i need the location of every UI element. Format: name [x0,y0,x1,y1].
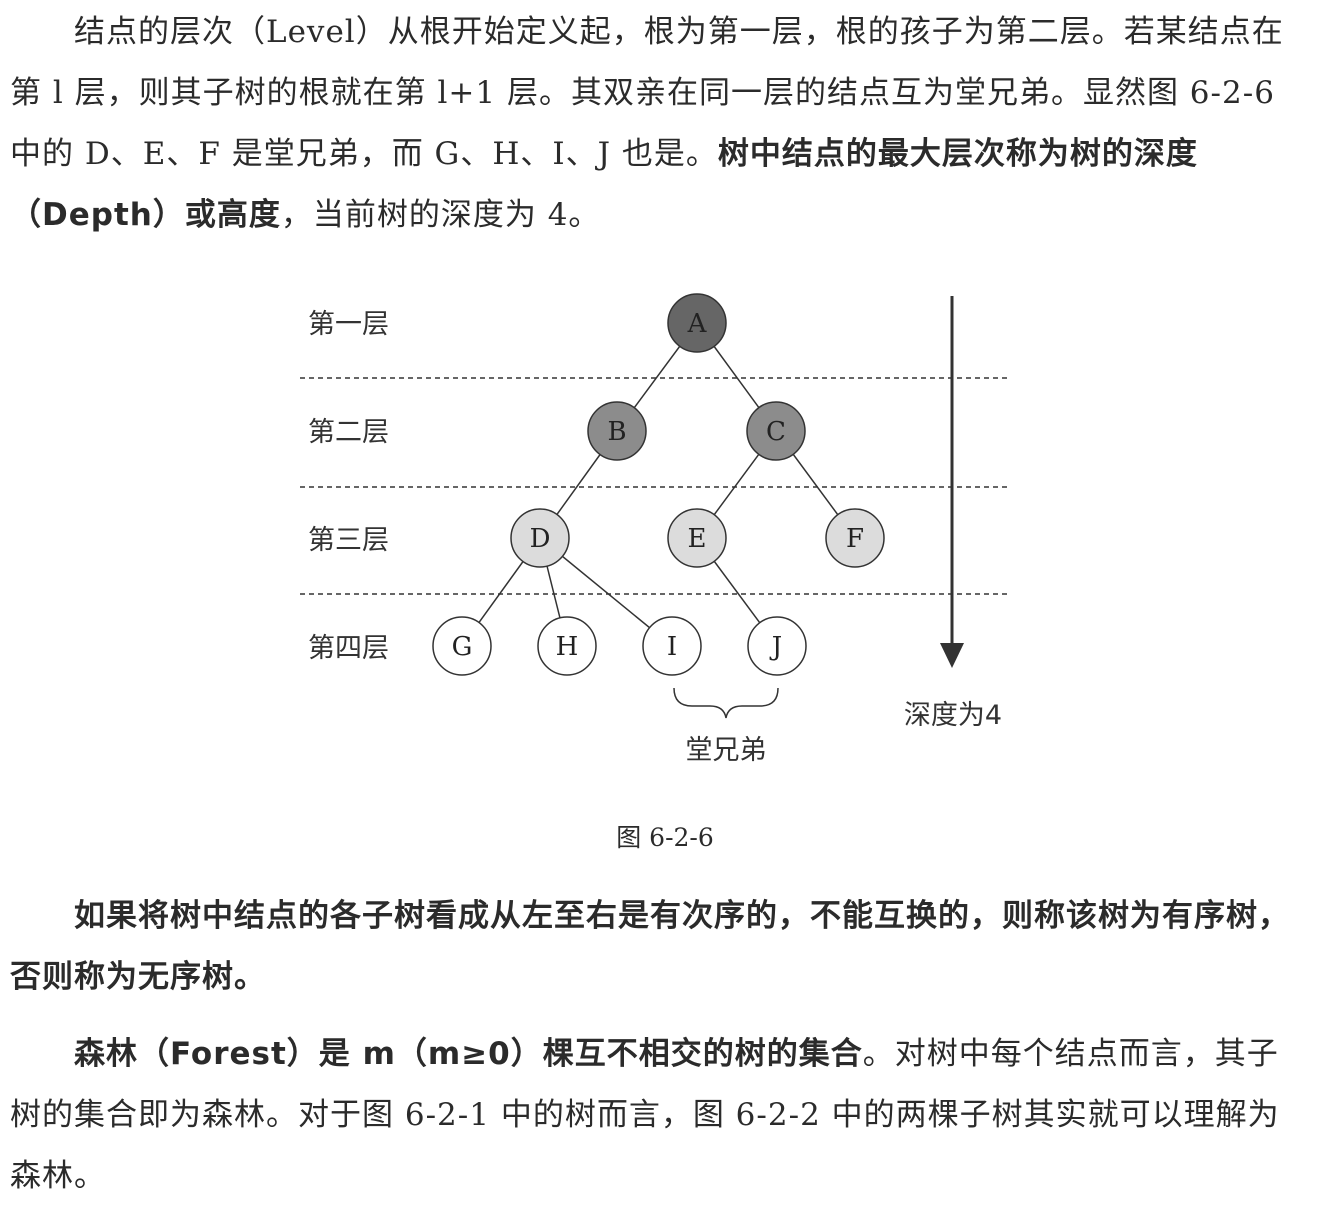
depth-label: 深度为4 [904,700,1002,731]
node-j: J [747,616,807,676]
node-c: C [746,401,806,461]
node-i-label: I [667,632,677,662]
paragraph-forest: 森林（Forest）是 m（m≥0）棵互不相交的树的集合。对树中每个结点而言，其… [10,1024,1310,1207]
level-label-4: 第四层 [308,633,389,664]
level-dividers [300,377,1010,595]
arrow-head-icon [940,643,964,668]
figure-caption: 图 6-2-6 [616,823,714,852]
cousins-brace [673,687,779,719]
ordered-tree-definition: 如果将树中结点的各子树看成从左至右是有次序的，不能互换的，则称该树为有序树，否则… [10,898,1290,995]
tree-figure: 第一层 第二层 第三层 第四层 A B C D E F G H I J 堂兄弟 … [300,293,1010,766]
node-f-label: F [846,524,864,554]
node-b: B [587,401,647,461]
node-d: D [510,508,570,568]
forest-definition: 森林（Forest）是 m（m≥0）棵互不相交的树的集合 [74,1036,863,1072]
node-a-label: A [687,309,708,339]
level-label-1: 第一层 [308,309,389,340]
paragraph-ordered-tree: 如果将树中结点的各子树看成从左至右是有次序的，不能互换的，则称该树为有序树，否则… [10,886,1310,1008]
node-c-label: C [766,417,786,447]
node-d-label: D [530,524,551,554]
depth-arrow [940,296,964,668]
node-e: E [667,508,727,568]
node-b-label: B [607,417,626,447]
cousins-label: 堂兄弟 [686,735,767,766]
node-a: A [667,293,727,353]
node-j-label: J [769,632,782,662]
node-i: I [642,616,702,676]
node-e-label: E [688,524,707,554]
tree-edges [461,322,856,647]
node-h: H [537,616,597,676]
node-g: G [432,616,492,676]
level-label-2: 第二层 [308,417,389,448]
node-f: F [825,508,885,568]
level-label-3: 第三层 [308,525,389,556]
node-h-label: H [556,632,579,662]
node-g-label: G [452,632,473,662]
